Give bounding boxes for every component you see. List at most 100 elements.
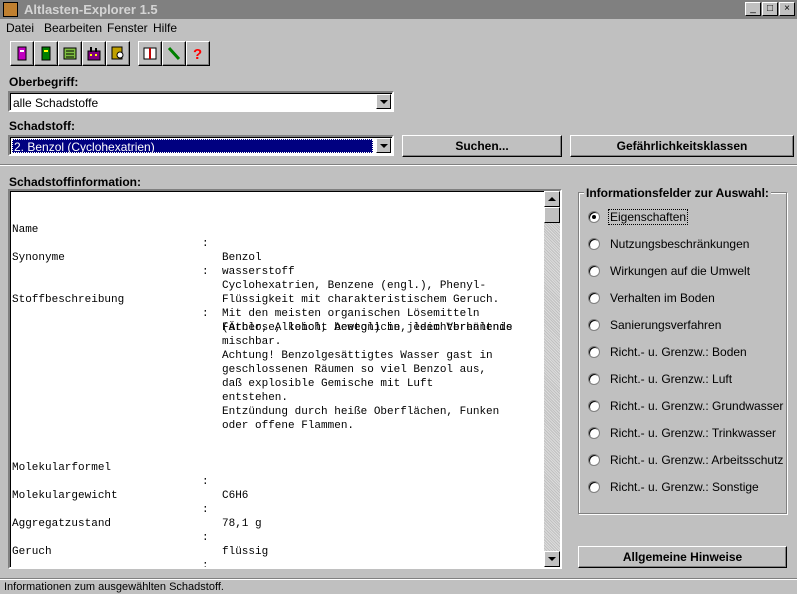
info-value: Mit den meisten organischen Lösemitteln bbox=[222, 308, 480, 320]
info-value: geschlossenen Räumen so viel Benzol aus, bbox=[222, 364, 487, 376]
menu-datei[interactable]: Datei bbox=[6, 21, 34, 35]
radio-label[interactable]: Richt.- u. Grenzw.: Sonstige bbox=[610, 480, 759, 494]
title-bar: Altlasten-Explorer 1.5 _ □ × bbox=[0, 0, 797, 19]
info-value: C6H6 bbox=[222, 490, 249, 502]
maximize-button[interactable]: □ bbox=[762, 2, 778, 16]
scroll-thumb[interactable] bbox=[544, 207, 560, 223]
oberbegriff-select[interactable]: alle Schadstoffe bbox=[8, 91, 394, 112]
scroll-up-button[interactable] bbox=[544, 191, 560, 207]
database-button[interactable] bbox=[10, 41, 34, 66]
allgemeine-hinweise-button[interactable]: Allgemeine Hinweise bbox=[578, 546, 787, 568]
info-value: flüssig bbox=[222, 546, 269, 558]
window-title: Altlasten-Explorer 1.5 bbox=[24, 2, 158, 17]
schadstoff-select[interactable]: 2. Benzol (Cyclohexatrien) bbox=[8, 135, 394, 156]
document-green-icon bbox=[41, 46, 51, 61]
info-colon: : bbox=[202, 560, 209, 569]
radio-button[interactable] bbox=[588, 346, 600, 358]
scroll-down-button[interactable] bbox=[544, 551, 560, 567]
book-button[interactable] bbox=[138, 41, 162, 66]
menu-bearbeiten[interactable]: Bearbeiten bbox=[44, 21, 102, 35]
database-pink-icon bbox=[17, 46, 27, 61]
radio-button[interactable] bbox=[588, 427, 600, 439]
info-colon: : bbox=[202, 504, 209, 516]
radio-button[interactable] bbox=[588, 211, 600, 223]
radio-button[interactable] bbox=[588, 481, 600, 493]
factory-button[interactable] bbox=[82, 41, 106, 66]
minimize-button[interactable]: _ bbox=[745, 2, 761, 16]
info-name: Geruch bbox=[12, 546, 52, 558]
radio-button[interactable] bbox=[588, 400, 600, 412]
radio-button[interactable] bbox=[588, 265, 600, 277]
pen-icon bbox=[167, 46, 181, 61]
menu-bar: Datei Bearbeiten Fenster Hilfe bbox=[0, 19, 797, 37]
radio-label[interactable]: Richt.- u. Grenzw.: Grundwasser bbox=[610, 399, 783, 413]
info-colon: : bbox=[202, 476, 209, 488]
help-button[interactable]: ? bbox=[186, 41, 210, 66]
info-value: Flüssigkeit mit charakteristischem Geruc… bbox=[222, 294, 500, 306]
oberbegriff-value: alle Schadstoffe bbox=[13, 96, 99, 110]
info-value: Cyclohexatrien, Benzene (engl.), Phenyl- bbox=[222, 280, 487, 292]
info-row: Stoffbeschreibung : Farblose, leicht bew… bbox=[12, 279, 512, 349]
schadstoffinformation-label: Schadstoffinformation: bbox=[9, 175, 141, 189]
radio-button[interactable] bbox=[588, 238, 600, 250]
radio-label[interactable]: Richt.- u. Grenzw.: Boden bbox=[610, 345, 747, 359]
radio-button[interactable] bbox=[588, 292, 600, 304]
info-value: Achtung! Benzolgesättigtes Wasser gast i… bbox=[222, 350, 493, 362]
help-icon: ? bbox=[193, 46, 202, 61]
radio-label[interactable]: Eigenschaften bbox=[608, 209, 689, 225]
list-green-icon bbox=[63, 47, 77, 60]
vertical-scrollbar[interactable] bbox=[544, 191, 560, 567]
schadstoff-label: Schadstoff: bbox=[9, 119, 75, 133]
svg-text:?: ? bbox=[193, 46, 202, 61]
informationsfelder-title: Informationsfelder zur Auswahl: bbox=[584, 186, 771, 200]
info-colon: : bbox=[202, 238, 209, 250]
info-value: entstehen. bbox=[222, 392, 289, 404]
radio-label[interactable]: Richt.- u. Grenzw.: Arbeitsschutz bbox=[610, 453, 783, 467]
radio-label[interactable]: Wirkungen auf die Umwelt bbox=[610, 264, 750, 278]
info-name: Stoffbeschreibung bbox=[12, 294, 125, 306]
book-icon bbox=[143, 47, 157, 60]
info-value: Entzündung durch heiße Oberflächen, Funk… bbox=[222, 406, 500, 418]
radio-label[interactable]: Richt.- u. Grenzw.: Luft bbox=[610, 372, 732, 386]
radio-button[interactable] bbox=[588, 454, 600, 466]
oberbegriff-label: Oberbegriff: bbox=[9, 75, 79, 89]
radio-button[interactable] bbox=[588, 319, 600, 331]
close-button[interactable]: × bbox=[779, 2, 795, 16]
info-textbox[interactable]: Name : Benzol Synonyme : Cyclohexatrien,… bbox=[8, 189, 562, 569]
menu-fenster[interactable]: Fenster bbox=[107, 21, 148, 35]
info-value: oder offene Flammen. bbox=[222, 420, 355, 432]
info-name: Molekulargewicht bbox=[12, 490, 118, 502]
list-button[interactable] bbox=[58, 41, 82, 66]
schadstoff-value: 2. Benzol (Cyclohexatrien) bbox=[12, 139, 373, 154]
info-row: Geruch : aromatisch bbox=[12, 531, 209, 567]
menu-hilfe[interactable]: Hilfe bbox=[153, 21, 177, 35]
divider bbox=[0, 164, 797, 166]
info-colon: : bbox=[202, 266, 209, 278]
info-value: daß explosible Gemische mit Luft bbox=[222, 378, 434, 390]
chevron-down-icon[interactable] bbox=[376, 94, 391, 109]
info-name: Molekularformel bbox=[12, 462, 112, 474]
document-button[interactable] bbox=[34, 41, 58, 66]
radio-button[interactable] bbox=[588, 373, 600, 385]
info-value: wasserstoff bbox=[222, 266, 295, 278]
info-value: Benzol bbox=[222, 252, 262, 264]
search-list-button[interactable] bbox=[106, 41, 130, 66]
gefaehrlichkeitsklassen-button[interactable]: Gefährlichkeitsklassen bbox=[570, 135, 794, 157]
chevron-down-icon[interactable] bbox=[376, 138, 391, 153]
app-icon[interactable] bbox=[3, 2, 18, 17]
info-value: 78,1 g bbox=[222, 518, 262, 530]
radio-label[interactable]: Sanierungsverfahren bbox=[610, 318, 721, 332]
info-name: Name bbox=[12, 224, 39, 236]
search-list-icon bbox=[111, 46, 124, 60]
pen-button[interactable] bbox=[162, 41, 186, 66]
info-value: (Äther, Alkohol, Aceton) in jedem Verhäl… bbox=[222, 322, 513, 334]
radio-label[interactable]: Nutzungsbeschränkungen bbox=[610, 237, 749, 251]
info-value: mischbar. bbox=[222, 336, 282, 348]
radio-label[interactable]: Verhalten im Boden bbox=[610, 291, 715, 305]
info-colon: : bbox=[202, 308, 209, 320]
status-bar: Informationen zum ausgewählten Schadstof… bbox=[0, 578, 797, 594]
suchen-button[interactable]: Suchen... bbox=[402, 135, 562, 157]
status-text: Informationen zum ausgewählten Schadstof… bbox=[4, 581, 224, 593]
radio-label[interactable]: Richt.- u. Grenzw.: Trinkwasser bbox=[610, 426, 776, 440]
factory-icon bbox=[87, 47, 101, 61]
